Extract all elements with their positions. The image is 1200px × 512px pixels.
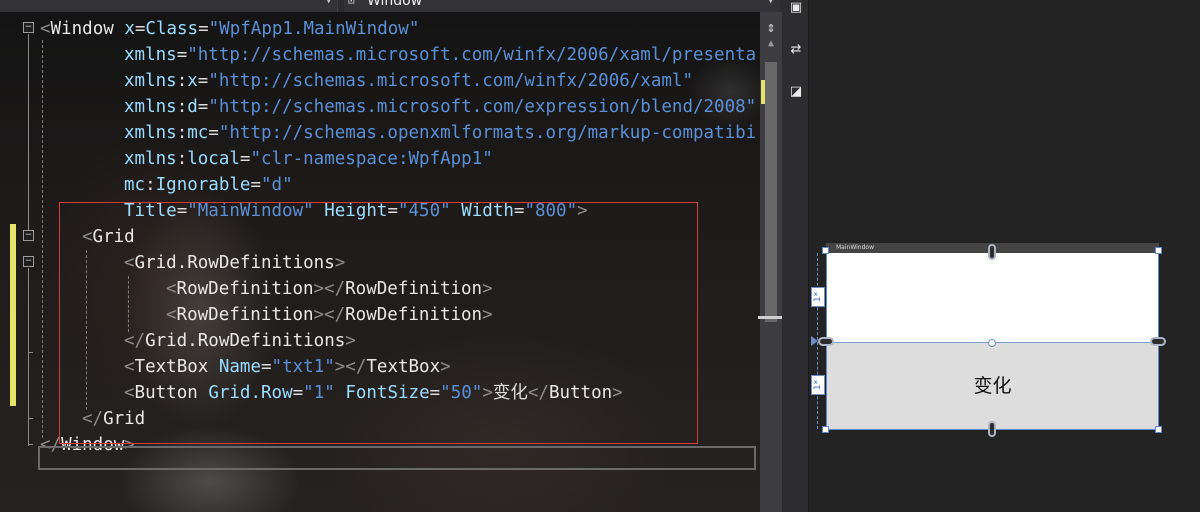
row-size-label: 1* (812, 291, 823, 303)
design-window-title: MainWindow (836, 244, 874, 251)
chevron-down-icon[interactable]: ▾ (326, 0, 331, 7)
code-token: = (198, 19, 209, 39)
code-token: xmlns (124, 123, 177, 143)
code-token: < (40, 19, 51, 39)
code-token: "WpfApp1.MainWindow" (208, 19, 420, 39)
fold-end (28, 352, 33, 353)
code-token: : (176, 71, 188, 91)
type-dropdown[interactable] (0, 0, 338, 12)
window-element-icon: ⊡ (348, 0, 355, 7)
code-line[interactable]: xmlns="http://schemas.microsoft.com/winf… (124, 42, 756, 68)
code-line[interactable]: mc:Ignorable="d" (124, 172, 293, 198)
code-token: x (187, 71, 198, 91)
code-token: mc (124, 175, 146, 195)
code-token: xmlns (124, 45, 177, 65)
element-dropdown-label: Window (367, 0, 423, 9)
change-marker (761, 80, 765, 104)
code-token: xmlns (124, 71, 177, 91)
code-line[interactable]: xmlns:local="clr-namespace:WpfApp1" (124, 146, 493, 172)
code-token: "http://schemas.microsoft.com/winfx/2006… (208, 71, 693, 91)
code-token: x (124, 19, 135, 39)
collapse-window-button[interactable]: − (23, 22, 34, 33)
code-token: "http://schemas.microsoft.com/expression… (208, 97, 757, 117)
code-token: d (187, 97, 198, 117)
code-line[interactable]: xmlns:x="http://schemas.microsoft.com/wi… (124, 68, 693, 94)
scroll-thumb[interactable] (765, 62, 777, 322)
code-token: xmlns (124, 97, 177, 117)
code-line[interactable]: <Window x=Class="WpfApp1.MainWindow" (40, 16, 419, 42)
anchor-right-icon[interactable] (1150, 337, 1166, 346)
code-token: Ignorable (155, 175, 251, 195)
fold-end (28, 418, 33, 419)
collapse-grid-button[interactable]: − (23, 230, 34, 241)
code-token: : (176, 149, 188, 169)
code-token: "d" (261, 175, 293, 195)
row-divider-handle[interactable] (988, 339, 996, 347)
textbox-preview[interactable] (827, 253, 1158, 343)
scroll-up-arrow-icon[interactable]: ▲ (765, 39, 777, 49)
code-token: : (176, 123, 188, 143)
code-token: = (239, 149, 251, 169)
fold-line (28, 34, 29, 230)
caret-position-marker (758, 316, 782, 319)
anchor-bottom-icon[interactable] (988, 421, 996, 437)
code-token: "http://schemas.openxmlformats.org/marku… (218, 123, 757, 143)
code-token: = (134, 19, 146, 39)
code-token: Class (145, 19, 199, 39)
code-line[interactable]: xmlns:mc="http://schemas.openxmlformats.… (124, 120, 756, 146)
code-token: : (176, 97, 188, 117)
chevron-down-icon[interactable]: ▾ (768, 0, 773, 7)
resize-handle[interactable] (1155, 247, 1162, 254)
code-token: = (176, 45, 188, 65)
row-size-label: 1* (812, 379, 823, 391)
code-token: = (208, 123, 219, 143)
resize-handle[interactable] (822, 426, 829, 433)
editor-bottom-panel (38, 446, 756, 470)
fold-line (28, 268, 29, 446)
split-editor-icon[interactable]: ⇕ (762, 18, 780, 36)
code-token: = (197, 71, 209, 91)
row-size-tag[interactable]: 1* (811, 375, 825, 395)
change-marker (10, 224, 16, 406)
fold-end (28, 444, 33, 445)
resize-handle[interactable] (1155, 426, 1162, 433)
code-token: local (187, 149, 240, 169)
code-line[interactable]: xmlns:d="http://schemas.microsoft.com/ex… (124, 94, 756, 120)
highlight-rectangle (59, 202, 698, 444)
code-token: : (145, 175, 156, 195)
indent-guide (42, 40, 43, 438)
code-token: "http://schemas.microsoft.com/winfx/2006… (187, 45, 757, 65)
expand-pane-icon[interactable]: ▣ (788, 0, 804, 16)
code-token: Window (50, 19, 125, 39)
collapse-pane-icon[interactable]: ◪ (788, 84, 804, 100)
row-divider-arrow-icon[interactable] (811, 336, 818, 346)
code-token: xmlns (124, 149, 177, 169)
swap-panes-icon[interactable]: ⇄ (788, 42, 804, 58)
collapse-rowdefinitions-button[interactable]: − (23, 256, 34, 267)
anchor-top-icon[interactable] (988, 244, 996, 260)
anchor-left-icon[interactable] (818, 337, 834, 346)
row-size-tag[interactable]: 1* (811, 287, 825, 307)
code-token: "clr-namespace:WpfApp1" (250, 149, 493, 169)
designer-tool-strip (782, 0, 809, 512)
button-preview-label: 变化 (973, 375, 1012, 397)
code-token: = (197, 97, 209, 117)
code-token: mc (187, 123, 209, 143)
code-token: = (250, 175, 261, 195)
resize-handle[interactable] (822, 247, 829, 254)
